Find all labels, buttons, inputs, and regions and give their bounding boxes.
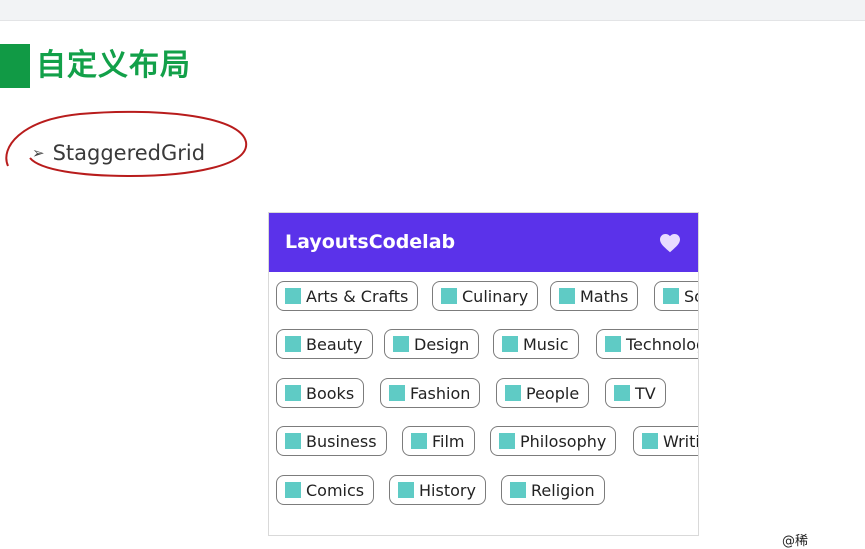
chip-swatch (510, 482, 526, 498)
chip-swatch (441, 288, 457, 304)
chip-label: Film (432, 431, 465, 451)
chip[interactable]: Arts & Crafts (276, 281, 419, 311)
chip-label: Books (306, 383, 355, 403)
chip-swatch (411, 433, 427, 449)
chip-swatch (505, 385, 521, 401)
slide-title: 自定义布局 (36, 48, 191, 83)
chip[interactable]: Philosophy (490, 426, 617, 456)
chip[interactable]: Books (276, 378, 365, 408)
chip-swatch (605, 336, 621, 352)
bullet-arrow-icon: ➢ (32, 144, 45, 162)
chip[interactable]: Religion (501, 475, 605, 505)
chip-label: Writi (663, 431, 699, 451)
chip-label: People (526, 383, 580, 403)
chip-swatch (398, 482, 414, 498)
chip[interactable]: Writi (633, 426, 699, 456)
chip-label: Philosophy (520, 431, 607, 451)
chip-swatch (642, 433, 658, 449)
chip[interactable]: History (389, 475, 486, 505)
chip[interactable]: Design (384, 329, 480, 359)
chip[interactable]: TV (605, 378, 666, 408)
slide-title-marker (0, 44, 30, 88)
chip[interactable]: Technolog (596, 329, 699, 359)
chip-label: Culinary (462, 286, 529, 306)
favorite-icon[interactable] (658, 231, 682, 253)
chip-label: Fashion (410, 383, 471, 403)
chip-swatch (285, 288, 301, 304)
chip-swatch (285, 385, 301, 401)
chip[interactable]: Maths (550, 281, 639, 311)
chip-label: Music (523, 334, 569, 354)
chip-label: Design (414, 334, 470, 354)
chip-swatch (559, 288, 575, 304)
top-toolbar-strip (0, 0, 865, 21)
chip-label: History (419, 480, 476, 500)
chip[interactable]: Beauty (276, 329, 373, 359)
chip[interactable]: Film (402, 426, 475, 456)
chip-label: Beauty (306, 334, 363, 354)
chip-label: So (684, 286, 698, 306)
chip-swatch (285, 336, 301, 352)
app-bar: LayoutsCodelab (269, 213, 698, 272)
bullet-text: StaggeredGrid (52, 141, 206, 165)
chip-label: Technolog (626, 334, 699, 354)
chip-swatch (499, 433, 515, 449)
chip-swatch (393, 336, 409, 352)
chip-swatch (389, 385, 405, 401)
chip-label: Religion (531, 480, 595, 500)
chip-swatch (614, 385, 630, 401)
chip[interactable]: Fashion (380, 378, 481, 408)
chip-swatch (502, 336, 518, 352)
chip-swatch (663, 288, 679, 304)
chip-label: Business (306, 431, 377, 451)
chip[interactable]: So (654, 281, 698, 311)
chip-swatch (285, 433, 301, 449)
chip[interactable]: Culinary (432, 281, 539, 311)
chip[interactable]: People (496, 378, 590, 408)
bullet-item: ➢ StaggeredGrid (32, 138, 205, 168)
chip-label: Maths (580, 286, 629, 306)
chip-label: Arts & Crafts (306, 286, 409, 306)
chip[interactable]: Comics (276, 475, 375, 505)
chip[interactable]: Music (493, 329, 579, 359)
corner-watermark: @稀 (782, 534, 809, 549)
app-screenshot: LayoutsCodelab Arts & Crafts Culinary Ma… (268, 212, 699, 536)
chip[interactable]: Business (276, 426, 387, 456)
chip-swatch (285, 482, 301, 498)
app-title: LayoutsCodelab (285, 231, 456, 253)
chip-label: TV (635, 383, 656, 403)
chip-label: Comics (306, 480, 365, 500)
